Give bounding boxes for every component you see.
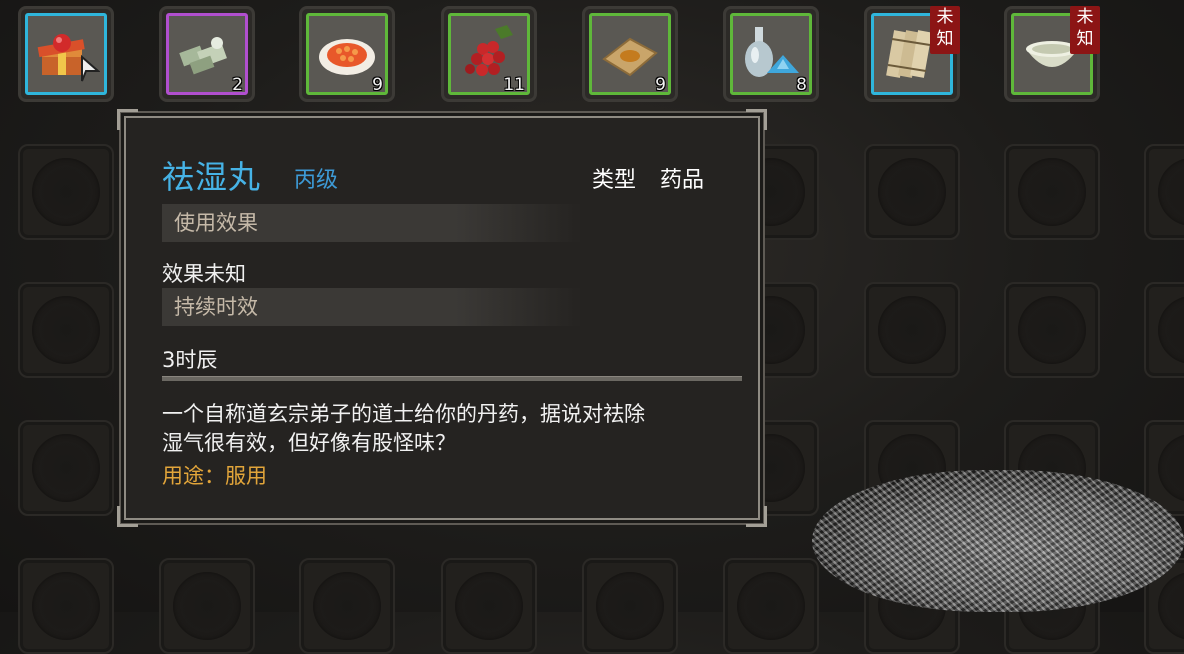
slot-hole [455,572,523,640]
item-type-label: 类型 [592,168,637,193]
slot-hole [1018,158,1086,226]
slot-hole [596,572,664,640]
item-usage: 用途：服用 [162,464,267,488]
slot-hole [1158,158,1184,226]
slot-hole [878,296,946,364]
frame-corner [746,506,767,527]
duration-value: 3时辰 [162,348,218,372]
herb-powder-icon [602,37,658,77]
empty-inventory-slot[interactable] [1144,144,1184,240]
inventory-slot-5[interactable]: 9 [582,6,678,102]
frame-corner [117,109,138,130]
item-grade: 丙级 [294,168,339,193]
slot-hole [32,434,100,502]
empty-inventory-slot[interactable] [1004,282,1100,378]
effect-header: 使用效果 [162,204,582,242]
slot-hole [32,158,100,226]
frame-corner [746,109,767,130]
slot-hole [878,158,946,226]
item-count: 8 [796,75,807,95]
empty-inventory-slot[interactable] [864,282,960,378]
slot-hole [1158,434,1184,502]
empty-inventory-slot[interactable] [299,558,395,654]
slot-hole [32,296,100,364]
item-type-value: 药品 [660,168,705,193]
item-count: 11 [503,75,525,95]
slot-hole [1018,296,1086,364]
inventory-slot-3[interactable]: 9 [299,6,395,102]
empty-inventory-slot[interactable] [18,558,114,654]
tooltip-divider [162,376,742,381]
effect-value: 效果未知 [162,262,246,286]
slot-hole [737,572,805,640]
empty-inventory-slot[interactable] [159,558,255,654]
unknown-badge: 未知 [1070,6,1100,54]
empty-inventory-slot[interactable] [582,558,678,654]
item-count: 9 [372,75,383,95]
item-description: 一个自称道玄宗弟子的道士给你的丹药，据说对祛除 湿气很有效，但好像有股怪味？ [162,400,722,458]
empty-inventory-slot[interactable] [441,558,537,654]
empty-inventory-slot[interactable] [1144,282,1184,378]
blurred-watermark-area [812,470,1184,612]
slot-hole [313,572,381,640]
description-line: 湿气很有效，但好像有股怪味？ [162,431,456,455]
item-name: 祛湿丸 [162,158,262,196]
duration-header: 持续时效 [162,288,582,326]
slot-hole [1158,572,1184,640]
slot-hole [32,572,100,640]
item-count: 2 [232,75,243,95]
frame-corner [117,506,138,527]
empty-inventory-slot[interactable] [723,558,819,654]
unknown-badge: 未知 [930,6,960,54]
empty-inventory-slot[interactable] [18,144,114,240]
inventory-slot-4[interactable]: 11 [441,6,537,102]
empty-inventory-slot[interactable] [1004,144,1100,240]
empty-inventory-slot[interactable] [864,144,960,240]
inventory-slot-2[interactable]: 2 [159,6,255,102]
item-count: 9 [655,75,666,95]
silver-ingots-icon [179,37,227,75]
inventory-slot-1[interactable] [18,6,114,102]
description-line: 一个自称道玄宗弟子的道士给你的丹药，据说对祛除 [162,402,645,426]
medicine-bottle-icon [745,27,799,77]
gift-box-icon [37,34,100,82]
inventory-slot-6[interactable]: 8 [723,6,819,102]
item-tooltip: 祛湿丸 丙级 类型 药品 使用效果 效果未知 持续时效 3时辰 一个自称道玄宗弟… [117,109,767,527]
slot-hole [173,572,241,640]
pill-plate-icon [319,39,375,75]
inventory-slot-8[interactable]: 未知 [1004,6,1100,102]
empty-inventory-slot[interactable] [18,282,114,378]
slot-hole [1158,296,1184,364]
inventory-slot-7[interactable]: 未知 [864,6,960,102]
empty-inventory-slot[interactable] [18,420,114,516]
